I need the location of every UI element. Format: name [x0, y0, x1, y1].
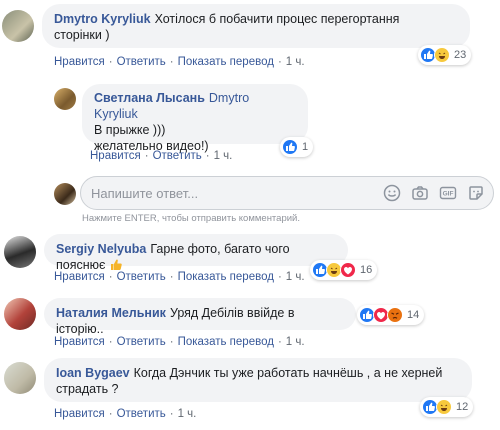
translate-link[interactable]: Показать перевод — [178, 271, 274, 283]
timestamp[interactable]: 1 ч. — [286, 271, 305, 283]
reply-link[interactable]: Ответить — [117, 271, 166, 283]
like-reaction-icon — [282, 139, 298, 155]
comment-text: Хотілося б побачити процес перегортання — [154, 12, 400, 26]
svg-text:GIF: GIF — [443, 191, 454, 198]
separator: · — [108, 56, 113, 68]
reaction-summary[interactable]: 12 — [420, 397, 474, 417]
comment-author[interactable]: Dmytro Kyryliuk — [54, 12, 151, 26]
comment-bubble: Ioan Bygaev Когда Дэнчик ты уже работать … — [44, 358, 472, 402]
comment-bubble: Dmytro Kyryliuk Хотілося б побачити проце… — [42, 4, 470, 48]
separator: · — [277, 271, 282, 283]
separator: · — [108, 336, 113, 348]
comment-actions: Нравится · Ответить · Показать перевод · 1 ч. — [54, 336, 305, 348]
reply-actions: Нравится · Ответить · 1 ч. — [90, 150, 232, 162]
avatar[interactable] — [2, 10, 34, 42]
love-reaction-icon — [340, 262, 356, 278]
comment-text-line2: сторінки ) — [54, 28, 110, 42]
camera-icon[interactable] — [411, 184, 429, 202]
translate-link[interactable]: Показать перевод — [178, 336, 274, 348]
separator: · — [108, 271, 113, 283]
avatar[interactable] — [4, 298, 36, 330]
reaction-count: 16 — [360, 264, 373, 276]
timestamp[interactable]: 1 ч. — [214, 150, 233, 162]
reaction-summary[interactable]: 23 — [418, 45, 472, 65]
like-link[interactable]: Нравится — [54, 271, 105, 283]
angry-reaction-icon — [387, 307, 403, 323]
comment-actions: Нравится · Ответить · Показать перевод · 1 ч. — [54, 56, 305, 68]
timestamp[interactable]: 1 ч. — [178, 408, 197, 420]
comment-author[interactable]: Sergiy Nelyuba — [56, 242, 146, 256]
comment-actions: Нравится · Ответить · 1 ч. — [54, 408, 196, 420]
laugh-reaction-icon — [434, 47, 450, 63]
like-link[interactable]: Нравится — [54, 336, 105, 348]
separator: · — [169, 408, 174, 420]
avatar[interactable] — [4, 236, 36, 268]
separator: · — [169, 271, 174, 283]
separator: · — [277, 336, 282, 348]
reply-bubble: Светлана Лысань Dmytro Kyryliuk В прыжке … — [82, 84, 308, 153]
comment-bubble: Sergiy Nelyuba Гарне фото, багато чого по… — [44, 234, 348, 272]
reaction-summary[interactable]: 16 — [310, 260, 378, 280]
reaction-summary[interactable]: 1 — [280, 137, 314, 157]
reply-link[interactable]: Ответить — [153, 150, 202, 162]
gif-icon[interactable]: GIF — [439, 184, 457, 202]
laugh-reaction-icon — [436, 399, 452, 415]
comment-text-line2: страдать ? — [56, 382, 119, 396]
current-user-avatar[interactable] — [54, 183, 76, 205]
avatar[interactable] — [54, 88, 76, 110]
enter-hint: Нажмите ENTER, чтобы отправить комментар… — [82, 213, 300, 224]
timestamp[interactable]: 1 ч. — [286, 336, 305, 348]
reaction-count: 12 — [456, 401, 469, 413]
reply-link[interactable]: Ответить — [117, 408, 166, 420]
reaction-count: 14 — [407, 309, 420, 321]
reply-input-box[interactable]: GIF — [80, 176, 494, 210]
reaction-count: 23 — [454, 49, 467, 61]
reply-link[interactable]: Ответить — [117, 56, 166, 68]
avatar[interactable] — [4, 362, 36, 394]
reply-input[interactable] — [91, 177, 361, 209]
reaction-summary[interactable]: 14 — [357, 305, 425, 325]
reply-input-icons: GIF — [383, 184, 485, 202]
comment-author[interactable]: Ioan Bygaev — [56, 366, 130, 380]
comment-text: Когда Дэнчик ты уже работать начнёшь , а… — [133, 366, 443, 380]
separator: · — [144, 150, 149, 162]
comment-bubble: Наталия Мельник Уряд Дебілів ввійде в іст… — [44, 298, 356, 336]
comment-actions: Нравится · Ответить · Показать перевод · 1 ч. — [54, 271, 305, 283]
timestamp[interactable]: 1 ч. — [286, 56, 305, 68]
reaction-count: 1 — [302, 141, 309, 153]
like-link[interactable]: Нравится — [90, 150, 141, 162]
sticker-icon[interactable] — [467, 184, 485, 202]
like-link[interactable]: Нравится — [54, 56, 105, 68]
separator: · — [169, 336, 174, 348]
emoji-icon[interactable] — [383, 184, 401, 202]
like-link[interactable]: Нравится — [54, 408, 105, 420]
separator: · — [108, 408, 113, 420]
reply-link[interactable]: Ответить — [117, 336, 166, 348]
comment-author[interactable]: Наталия Мельник — [56, 306, 166, 320]
translate-link[interactable]: Показать перевод — [178, 56, 274, 68]
reply-text-line1: В прыжке ))) — [94, 123, 166, 137]
separator: · — [277, 56, 282, 68]
reply-author[interactable]: Светлана Лысань — [94, 91, 205, 105]
separator: · — [169, 56, 174, 68]
separator: · — [205, 150, 210, 162]
